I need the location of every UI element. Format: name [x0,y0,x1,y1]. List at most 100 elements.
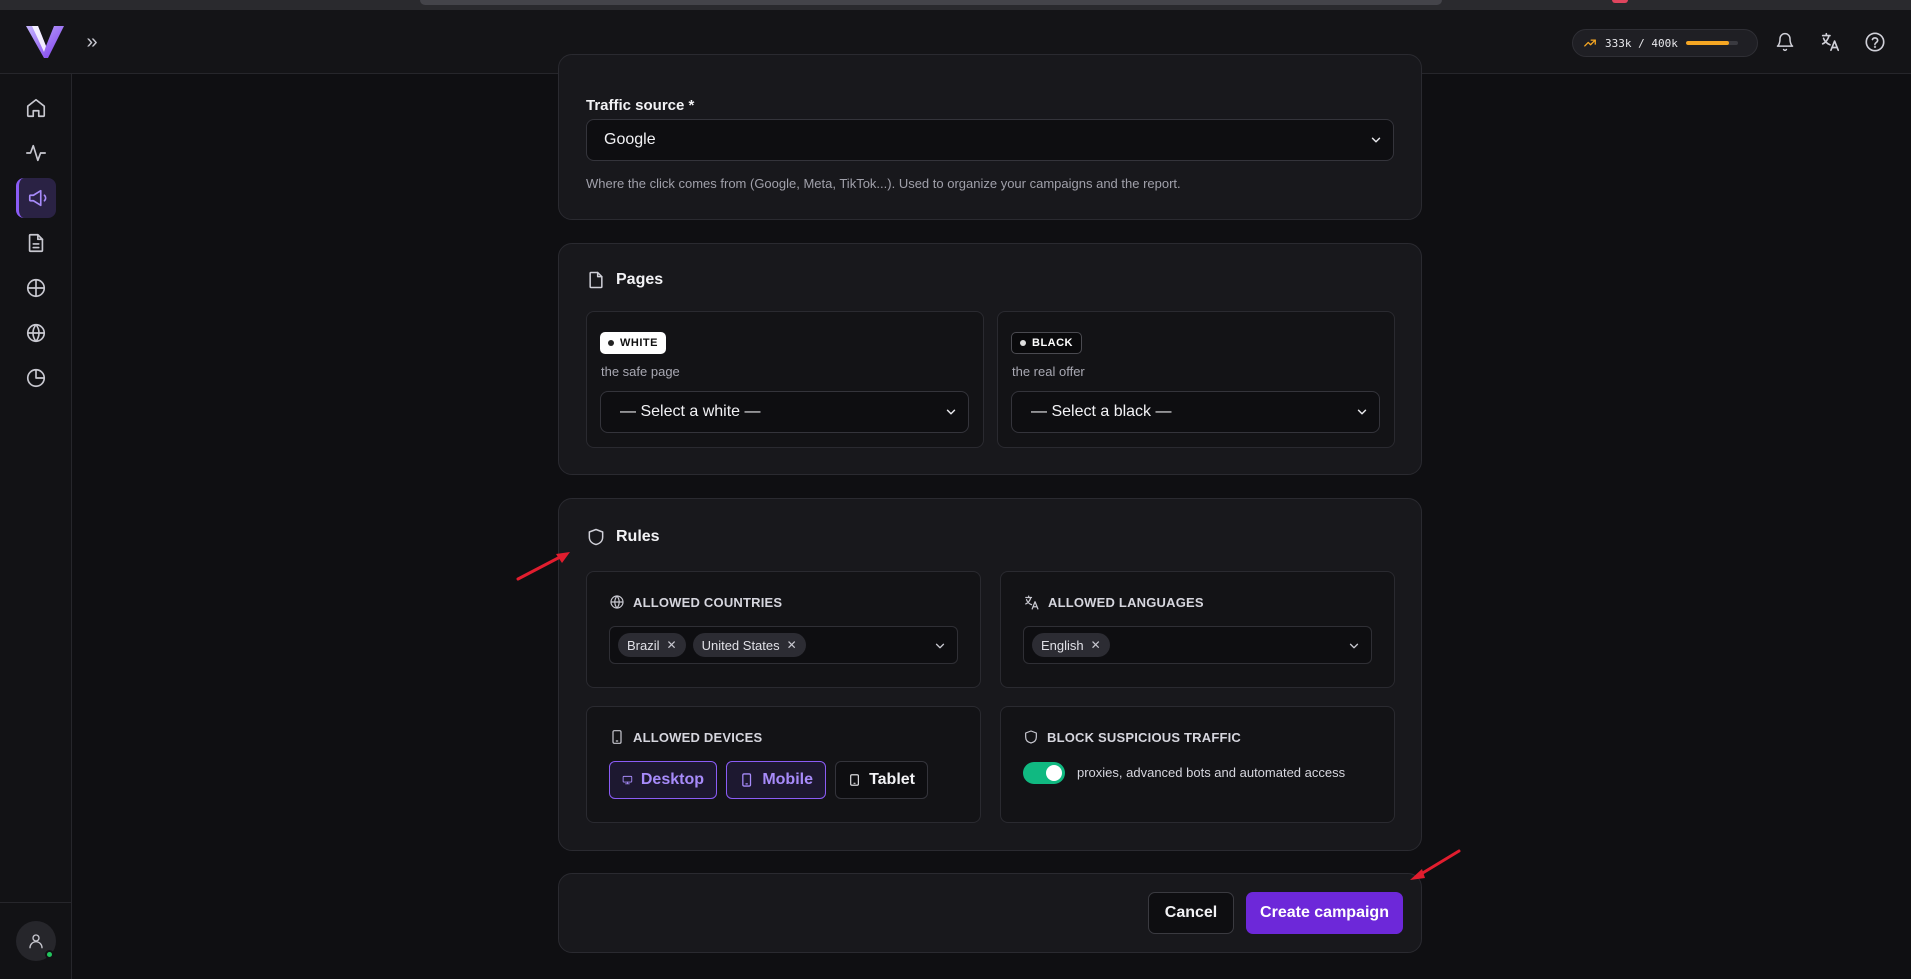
black-page-placeholder: — Select a black — [1031,403,1172,420]
allowed-devices-header: ALLOWED DEVICES [609,729,762,745]
allowed-devices-panel: ALLOWED DEVICES Desktop Mobile Tablet [586,706,981,823]
badge-dot [1020,340,1026,346]
crosshair-icon [26,278,46,298]
traffic-source-select[interactable]: Google [586,119,1394,161]
white-page-panel: WHITE the safe page — Select a white — [586,311,984,448]
white-page-select[interactable]: — Select a white — [600,391,969,433]
pages-card: Pages WHITE the safe page — Select a whi… [558,243,1422,475]
help-icon[interactable] [1861,28,1889,56]
nav-domains[interactable] [16,313,56,353]
white-page-placeholder: — Select a white — [620,403,761,420]
remove-chip-icon[interactable]: ✕ [667,638,677,652]
translate-icon[interactable] [1816,28,1844,56]
chip-label: Brazil [627,637,660,653]
country-chip[interactable]: Brazil ✕ [618,633,686,657]
home-icon [26,98,46,118]
device-tablet-toggle[interactable]: Tablet [835,761,928,799]
white-page-hint: the safe page [601,364,680,379]
nav-reports[interactable] [16,358,56,398]
device-desktop-label: Desktop [640,771,704,788]
countries-multiselect[interactable]: Brazil ✕ United States ✕ [609,626,958,664]
pages-title: Pages [616,271,664,288]
bell-icon[interactable] [1771,28,1799,56]
language-chip[interactable]: English ✕ [1032,633,1110,657]
languages-multiselect[interactable]: English ✕ [1023,626,1372,664]
monitor-icon [622,775,633,785]
device-desktop-toggle[interactable]: Desktop [609,761,717,799]
tablet-icon [850,774,859,786]
form-actions-card: Cancel Create campaign [558,873,1422,953]
traffic-source-label: Traffic source * [586,97,695,114]
expand-icon[interactable]: » [80,30,104,54]
chevron-down-icon[interactable] [933,639,947,653]
activity-icon [26,144,46,162]
traffic-source-value: Google [604,131,656,148]
nav-campaigns[interactable] [16,178,56,218]
block-suspicious-panel: BLOCK SUSPICIOUS TRAFFIC proxies, advanc… [1000,706,1395,823]
device-mobile-toggle[interactable]: Mobile [726,761,826,799]
sidebar-divider [0,902,72,903]
nav-pages[interactable] [16,223,56,263]
black-page-select[interactable]: — Select a black — [1011,391,1380,433]
device-mobile-label: Mobile [762,771,813,788]
allowed-languages-header: ALLOWED LANGUAGES [1023,594,1204,611]
user-icon [29,934,43,949]
shield-icon [588,528,604,546]
globe-icon [610,595,624,609]
nav-activity[interactable] [16,133,56,173]
block-suspicious-description: proxies, advanced bots and automated acc… [1077,765,1346,780]
document-icon [589,271,603,289]
usage-meter[interactable]: 333k / 400k [1572,29,1758,57]
globe-icon [26,323,46,343]
chevron-down-icon [946,409,956,415]
rules-header: Rules [586,527,660,547]
allowed-languages-label: ALLOWED LANGUAGES [1048,595,1204,610]
block-suspicious-toggle[interactable] [1023,762,1065,784]
chip-label: United States [701,637,780,653]
create-campaign-button[interactable]: Create campaign [1246,892,1403,934]
allowed-languages-panel: ALLOWED LANGUAGES English ✕ [1000,571,1395,688]
cancel-button[interactable]: Cancel [1148,892,1234,934]
sidebar [0,74,72,979]
allowed-countries-header: ALLOWED COUNTRIES [609,594,782,610]
traffic-source-hint: Where the click comes from (Google, Meta… [586,176,1181,191]
chevron-down-icon[interactable] [1347,639,1361,653]
usage-progress-fill [1685,41,1730,45]
phone-icon [742,773,752,787]
online-status-dot [45,950,54,959]
document-icon [28,233,44,253]
shield-icon [1025,730,1037,744]
rules-card: Rules ALLOWED COUNTRIES Brazil ✕ United … [558,498,1422,851]
nav-home[interactable] [16,88,56,128]
allowed-countries-label: ALLOWED COUNTRIES [633,594,783,610]
black-page-panel: BLACK the real offer — Select a black — [997,311,1395,448]
browser-chrome-strip [0,0,1911,10]
remove-chip-icon[interactable]: ✕ [1091,638,1101,652]
traffic-source-card: Traffic source * Google Where the click … [558,54,1422,220]
rules-title: Rules [616,528,660,545]
white-badge-label: WHITE [620,337,658,349]
pages-header: Pages [586,270,663,290]
badge-dot [608,340,614,346]
toggle-knob [1046,765,1062,781]
pie-chart-icon [26,368,46,388]
translate-icon [1025,595,1039,610]
chip-label: English [1041,637,1084,653]
black-badge-label: BLACK [1032,337,1073,349]
chevron-down-icon [1357,409,1367,415]
remove-chip-icon[interactable]: ✕ [787,638,797,652]
usage-text: 333k / 400k [1605,36,1678,50]
black-badge: BLACK [1011,332,1082,354]
white-badge: WHITE [600,332,666,354]
country-chip[interactable]: United States ✕ [692,633,806,657]
app-logo-icon[interactable] [24,22,68,62]
megaphone-icon [28,189,46,207]
nav-targets[interactable] [16,268,56,308]
avatar[interactable] [16,921,56,961]
device-tablet-label: Tablet [869,771,915,788]
browser-address-bar [420,0,1442,5]
usage-progress-bar [1685,41,1738,45]
block-suspicious-label: BLOCK SUSPICIOUS TRAFFIC [1047,729,1242,745]
browser-tab-indicator [1612,0,1628,3]
black-page-hint: the real offer [1012,364,1085,379]
